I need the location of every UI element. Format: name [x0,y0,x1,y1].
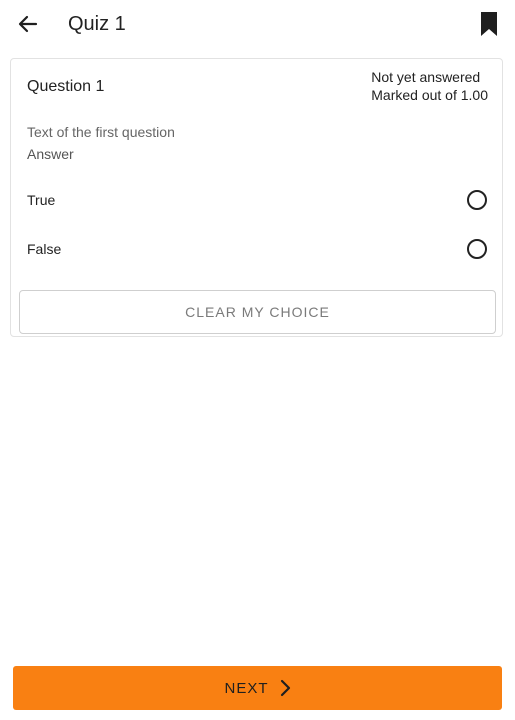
header: Quiz 1 [0,0,515,48]
arrow-back-icon [18,15,38,33]
answer-label: Answer [27,146,74,162]
radio-button[interactable] [467,239,487,259]
next-button[interactable]: NEXT [13,666,502,710]
clear-choice-button[interactable]: CLEAR MY CHOICE [19,290,496,334]
question-info: Not yet answered Marked out of 1.00 [371,68,488,104]
option-label: True [27,192,56,208]
question-title: Question 1 [27,78,105,95]
option-label: False [27,241,62,257]
next-label: NEXT [224,679,269,697]
chevron-right-icon [279,679,291,697]
question-text: Text of the first question [27,124,175,140]
bookmark-icon [481,12,497,36]
question-status: Not yet answered [371,69,481,85]
quiz-screen: Quiz 1 Question 1 Not yet answered Marke… [0,0,515,720]
page-title: Quiz 1 [68,13,126,35]
radio-button[interactable] [467,190,487,210]
option-false[interactable]: False [11,230,502,270]
question-marks: Marked out of 1.00 [371,87,488,103]
question-card: Question 1 Not yet answered Marked out o… [10,58,503,337]
bookmark-button[interactable] [475,9,503,39]
option-true[interactable]: True [11,181,502,221]
back-button[interactable] [14,10,42,38]
